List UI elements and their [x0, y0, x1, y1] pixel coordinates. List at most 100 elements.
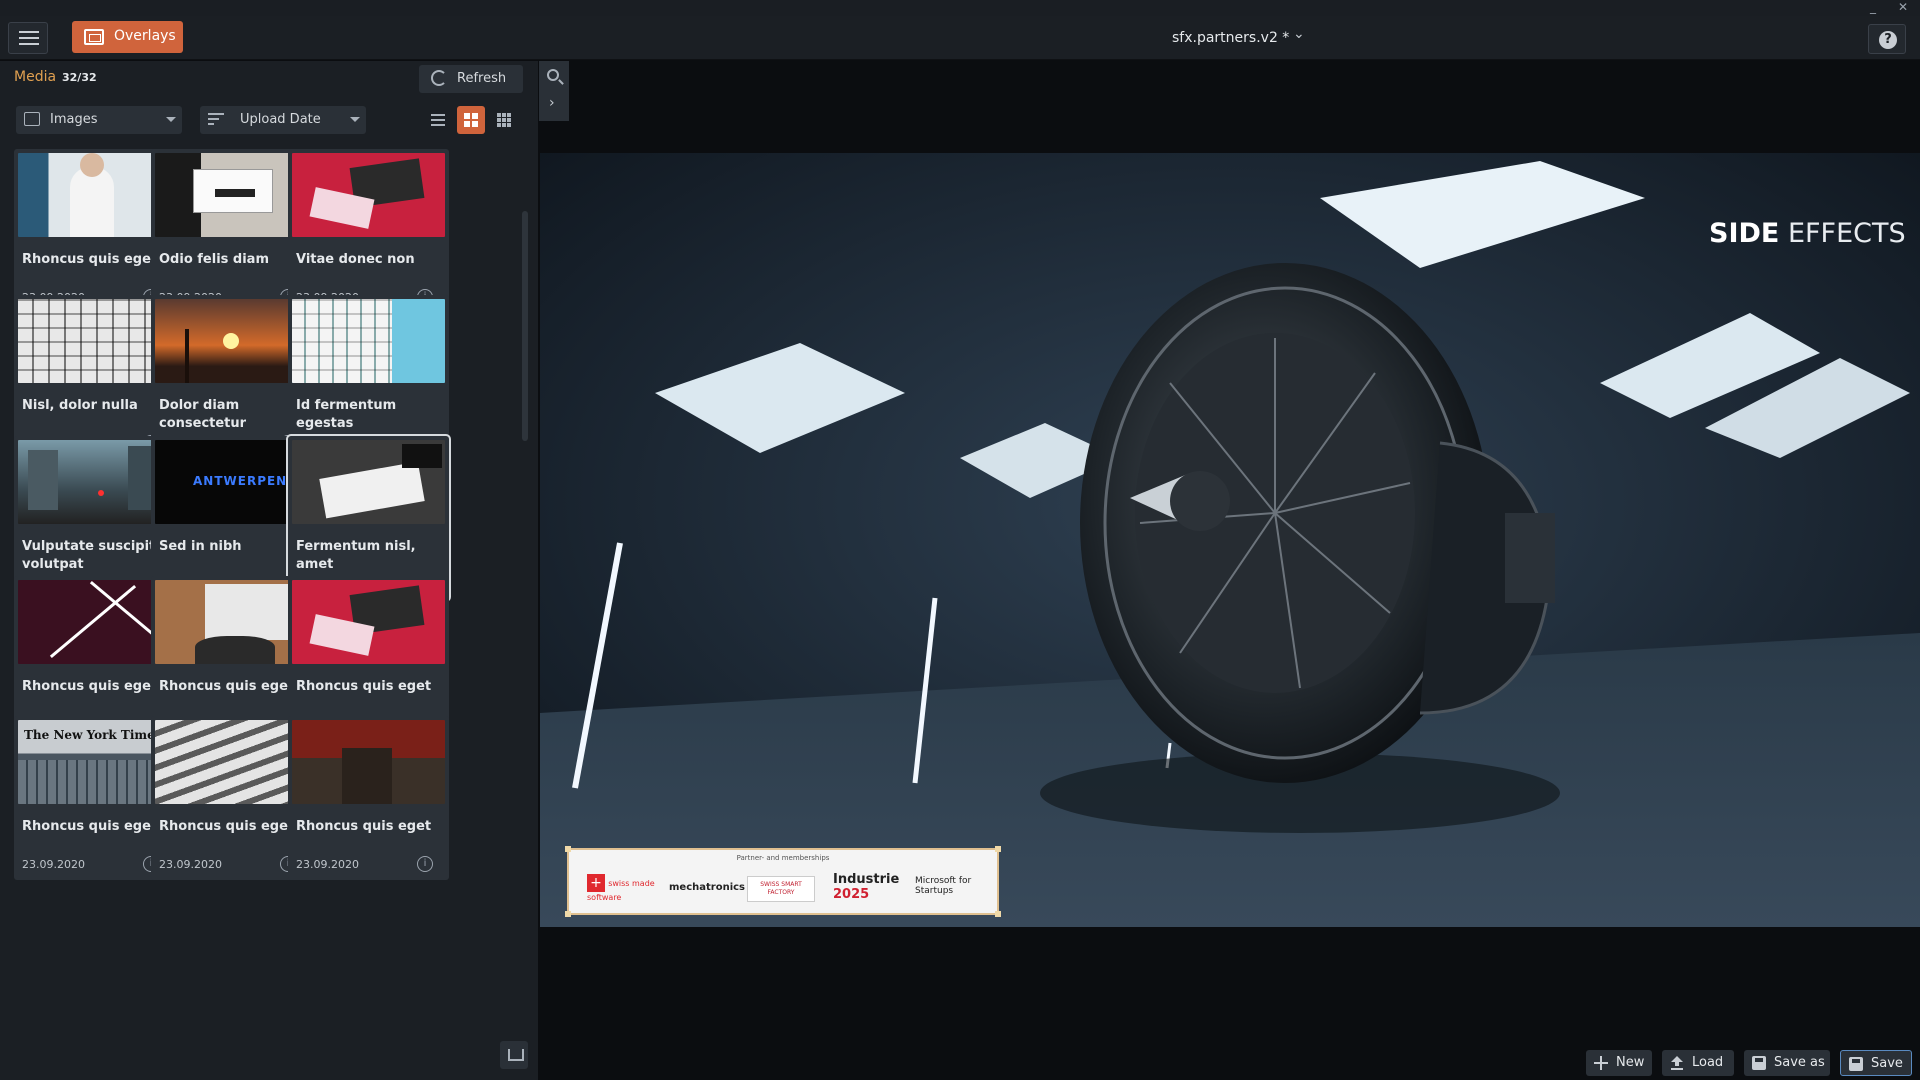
dropdown-arrow-icon [166, 117, 176, 122]
search-icon[interactable] [547, 69, 559, 81]
media-thumbnail[interactable] [155, 299, 308, 383]
resize-handle[interactable] [565, 846, 571, 852]
save-as-icon [1752, 1056, 1766, 1070]
resize-handle[interactable] [995, 846, 1001, 852]
media-name: Rhoncus quis eget [159, 679, 295, 694]
hamburger-icon [19, 31, 39, 33]
sort-select[interactable]: Upload Date [200, 106, 366, 134]
plus-icon [1594, 1056, 1608, 1070]
overlays-button[interactable]: Overlays [72, 21, 183, 53]
project-title[interactable]: sfx.partners.v2 * [1172, 30, 1289, 46]
grid-icon [464, 113, 478, 127]
media-card[interactable]: Id fermentum egestas23.09.2020i [288, 295, 449, 459]
brand-thin: EFFECTS [1787, 218, 1906, 249]
media-thumbnail[interactable] [155, 720, 308, 804]
media-thumbnail[interactable] [292, 580, 445, 664]
brand-bold: SIDE [1709, 218, 1780, 249]
overlay-icon [84, 29, 104, 45]
media-thumbnail[interactable] [155, 580, 308, 664]
list-view-button[interactable] [424, 106, 452, 134]
resize-handle[interactable] [995, 911, 1001, 917]
media-name: Dolor diam consectetur [159, 398, 247, 431]
media-thumbnail[interactable] [18, 299, 171, 383]
media-thumbnail[interactable] [292, 299, 445, 383]
media-type-value: Images [50, 112, 98, 127]
media-name: Vitae donec non [296, 252, 415, 267]
media-date: 23.09.2020 [159, 858, 222, 871]
media-name: Vulputate suscipit volutpat [22, 539, 156, 572]
media-name: Sed in nibh [159, 539, 242, 554]
preview-canvas[interactable] [540, 153, 1920, 927]
media-name: Rhoncus quis eget [296, 679, 432, 694]
chevron-right-icon[interactable]: › [549, 95, 555, 111]
media-name: Nisl, dolor nulla [22, 398, 138, 413]
swiss-cross-icon: + [587, 874, 605, 892]
upload-button[interactable] [500, 1041, 528, 1069]
save-icon [1849, 1057, 1863, 1071]
upload-icon [1671, 1056, 1683, 1070]
media-card[interactable]: Rhoncus quis eget 23.09.2020 i [288, 716, 449, 880]
media-title: Media [14, 69, 57, 85]
list-icon [431, 114, 445, 126]
grid-view-button[interactable] [457, 106, 485, 134]
new-button[interactable]: New [1586, 1050, 1652, 1076]
media-type-select[interactable]: Images [16, 106, 182, 134]
media-thumbnail[interactable] [18, 440, 171, 524]
side-effects-logo: SIDE EFFECTS [1709, 218, 1906, 249]
media-name: Fermentum nisl, amet [296, 539, 416, 572]
media-thumbnail[interactable] [292, 720, 445, 804]
media-thumbnail[interactable] [292, 440, 445, 524]
media-scrollbar[interactable] [522, 211, 528, 441]
media-thumbnail[interactable]: The New York Times [18, 720, 171, 804]
menu-button[interactable] [8, 22, 48, 54]
media-name: Odio felis diam [159, 252, 269, 267]
refresh-icon [431, 70, 447, 86]
window-titlebar: _ ✕ [0, 0, 1920, 16]
dropdown-arrow-icon [350, 117, 360, 122]
save-as-label: Save as [1774, 1055, 1825, 1070]
media-date: 23.09.2020 [296, 858, 359, 871]
refresh-label: Refresh [457, 71, 507, 86]
media-name: Rhoncus quis eget [22, 679, 158, 694]
media-thumbnail[interactable] [18, 580, 171, 664]
partner-title: Partner- and memberships [736, 854, 830, 862]
help-icon: ? [1879, 31, 1897, 49]
overlays-label: Overlays [114, 28, 176, 44]
sidebar-toggle-tab[interactable]: › [539, 61, 569, 121]
media-thumbnail[interactable] [155, 153, 308, 237]
small-grid-view-button[interactable] [490, 106, 518, 134]
help-button[interactable]: ? [1868, 24, 1906, 54]
media-name: Rhoncus quis eget [22, 252, 158, 267]
media-card[interactable]: Vitae donec non23.09.2020i [288, 149, 449, 313]
load-label: Load [1692, 1055, 1724, 1070]
media-sidebar: Media 32/32 Refresh Images Upload Date R… [0, 61, 538, 1080]
top-toolbar: Overlays sfx.partners.v2 * ⌄ ? [0, 16, 1920, 60]
media-name: Rhoncus quis eget [296, 819, 432, 834]
media-thumbnail[interactable] [18, 153, 171, 237]
mechatronics-logo: mechatronics [669, 882, 746, 893]
microsoft-for-startups-logo: Microsoft for Startups [915, 876, 972, 896]
refresh-button[interactable]: Refresh [419, 65, 523, 93]
media-thumbnail[interactable]: ANTWERPEN [155, 440, 308, 524]
minimize-button[interactable]: _ [1860, 0, 1886, 16]
partner-overlay[interactable]: Partner- and memberships + swiss made so… [565, 846, 1001, 917]
save-label: Save [1871, 1056, 1903, 1071]
media-date: 23.09.2020 [22, 858, 85, 871]
save-as-button[interactable]: Save as [1744, 1050, 1830, 1076]
resize-handle[interactable] [565, 911, 571, 917]
bottom-action-bar: New Load Save as Save [540, 1045, 1920, 1080]
info-icon[interactable]: i [417, 856, 433, 872]
media-count: 32/32 [62, 71, 97, 84]
industrie-logo: Industrie 2025 [833, 872, 900, 902]
save-button[interactable]: Save [1840, 1050, 1912, 1076]
small-grid-icon [497, 113, 511, 127]
load-button[interactable]: Load [1662, 1050, 1734, 1076]
sort-value: Upload Date [240, 112, 321, 127]
swiss-made-software-logo: + swiss made software [587, 874, 655, 902]
close-window-button[interactable]: ✕ [1890, 0, 1916, 16]
new-label: New [1616, 1055, 1645, 1070]
media-thumbnail[interactable] [292, 153, 445, 237]
chevron-down-icon[interactable]: ⌄ [1293, 26, 1305, 42]
image-icon [24, 112, 40, 126]
media-name: Rhoncus quis eget [22, 819, 158, 834]
